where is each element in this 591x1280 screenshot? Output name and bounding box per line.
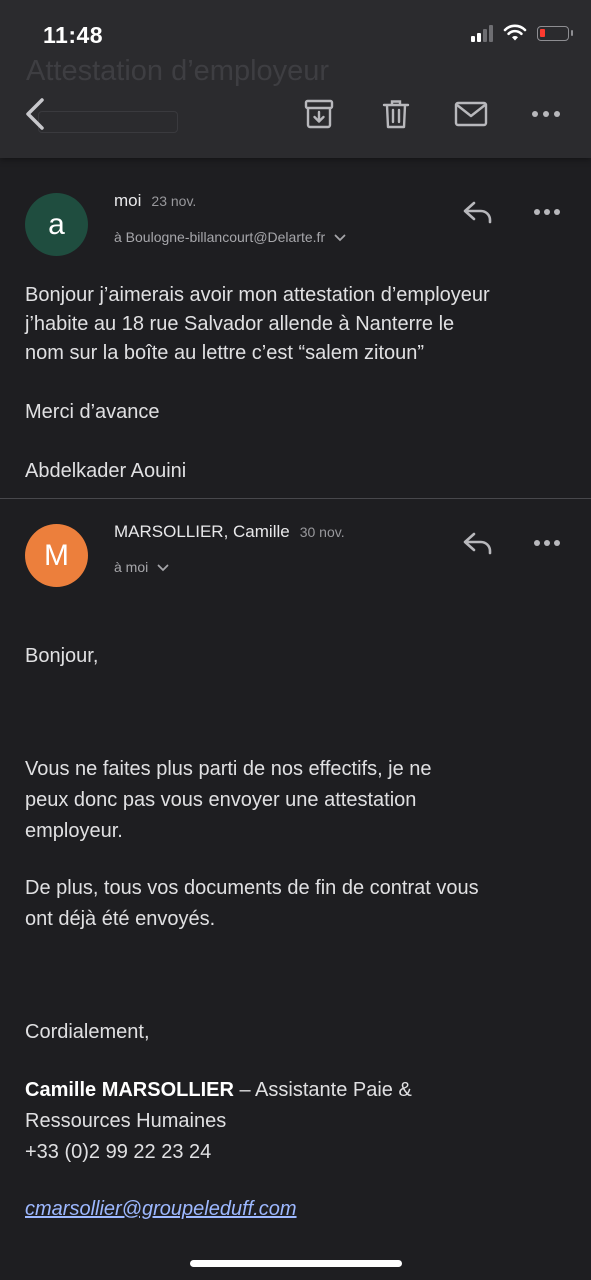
avatar: a <box>25 193 88 256</box>
cellular-signal-icon <box>471 24 493 42</box>
reply-icon <box>463 532 492 555</box>
sender-name: MARSOLLIER, Camille <box>114 522 290 541</box>
battery-icon <box>537 25 573 41</box>
message-date: 30 nov. <box>299 524 345 540</box>
reply-button[interactable] <box>458 197 498 227</box>
body-line: peux donc pas vous envoyer une attestati… <box>25 789 417 811</box>
reply-icon <box>463 201 492 224</box>
signature-phone: +33 (0)2 99 22 23 24 <box>25 1141 212 1163</box>
more-horizontal-icon <box>534 540 560 546</box>
recipient-text: à Boulogne-billancourt@Delarte.fr <box>114 229 326 245</box>
mark-unread-button[interactable] <box>451 94 491 134</box>
signature-email-link[interactable]: cmarsollier@groupeleduff.com <box>25 1195 297 1224</box>
body-line: Vous ne faites plus parti de nos effecti… <box>25 758 432 780</box>
avatar: M <box>25 524 88 587</box>
mail-icon <box>454 101 488 127</box>
signature-role-line2: Ressources Humaines <box>25 1110 227 1132</box>
back-button[interactable] <box>15 94 55 134</box>
more-horizontal-icon <box>532 111 560 117</box>
delete-button[interactable] <box>376 94 416 134</box>
body-line: Merci d’avance <box>25 401 160 423</box>
recipient-toggle[interactable]: à moi <box>114 559 169 575</box>
body-line: j’habite au 18 rue Salvador allende à Na… <box>25 313 455 335</box>
avatar-letter: a <box>48 207 65 241</box>
body-line: Bonjour j’aimerais avoir mon attestation… <box>25 284 490 306</box>
signature-name: Camille MARSOLLIER <box>25 1079 234 1101</box>
body-line: Bonjour, <box>25 645 99 667</box>
message-more-button[interactable] <box>528 528 566 558</box>
wifi-icon <box>503 24 527 41</box>
message-date: 23 nov. <box>151 193 197 209</box>
sender-name: moi <box>114 191 142 210</box>
home-indicator <box>190 1260 402 1267</box>
body-line: Cordialement, <box>25 1021 150 1043</box>
reply-button[interactable] <box>458 528 498 558</box>
sender-line: MARSOLLIER, Camille 30 nov. <box>114 522 345 542</box>
trash-icon <box>382 100 410 129</box>
message-more-button[interactable] <box>528 197 566 227</box>
message-divider <box>0 498 591 499</box>
sender-line: moi 23 nov. <box>114 191 196 211</box>
status-time: 11:48 <box>43 22 104 48</box>
archive-icon <box>304 99 334 129</box>
body-line: Abdelkader Aouini <box>25 460 187 482</box>
status-bar: 11:48 <box>0 0 591 70</box>
chevron-down-icon <box>157 564 169 572</box>
signature-line: Camille MARSOLLIER – Assistante Paie & <box>25 1076 412 1105</box>
body-line: ont déjà été envoyés. <box>25 908 216 930</box>
body-line: employeur. <box>25 820 123 842</box>
recipient-text: à moi <box>114 559 149 575</box>
body-line: De plus, tous vos documents de fin de co… <box>25 877 479 899</box>
more-options-button[interactable] <box>526 94 566 134</box>
recipient-toggle[interactable]: à Boulogne-billancourt@Delarte.fr <box>114 229 346 245</box>
avatar-letter: M <box>44 538 69 572</box>
archive-button[interactable] <box>299 94 339 134</box>
chevron-left-icon <box>26 98 44 130</box>
label-chip-ghost <box>38 111 178 133</box>
signature-role: – Assistante Paie & <box>233 1079 412 1101</box>
chevron-down-icon <box>334 234 346 242</box>
body-line: nom sur la boîte au lettre c’est “salem … <box>25 342 425 364</box>
more-horizontal-icon <box>534 209 560 215</box>
